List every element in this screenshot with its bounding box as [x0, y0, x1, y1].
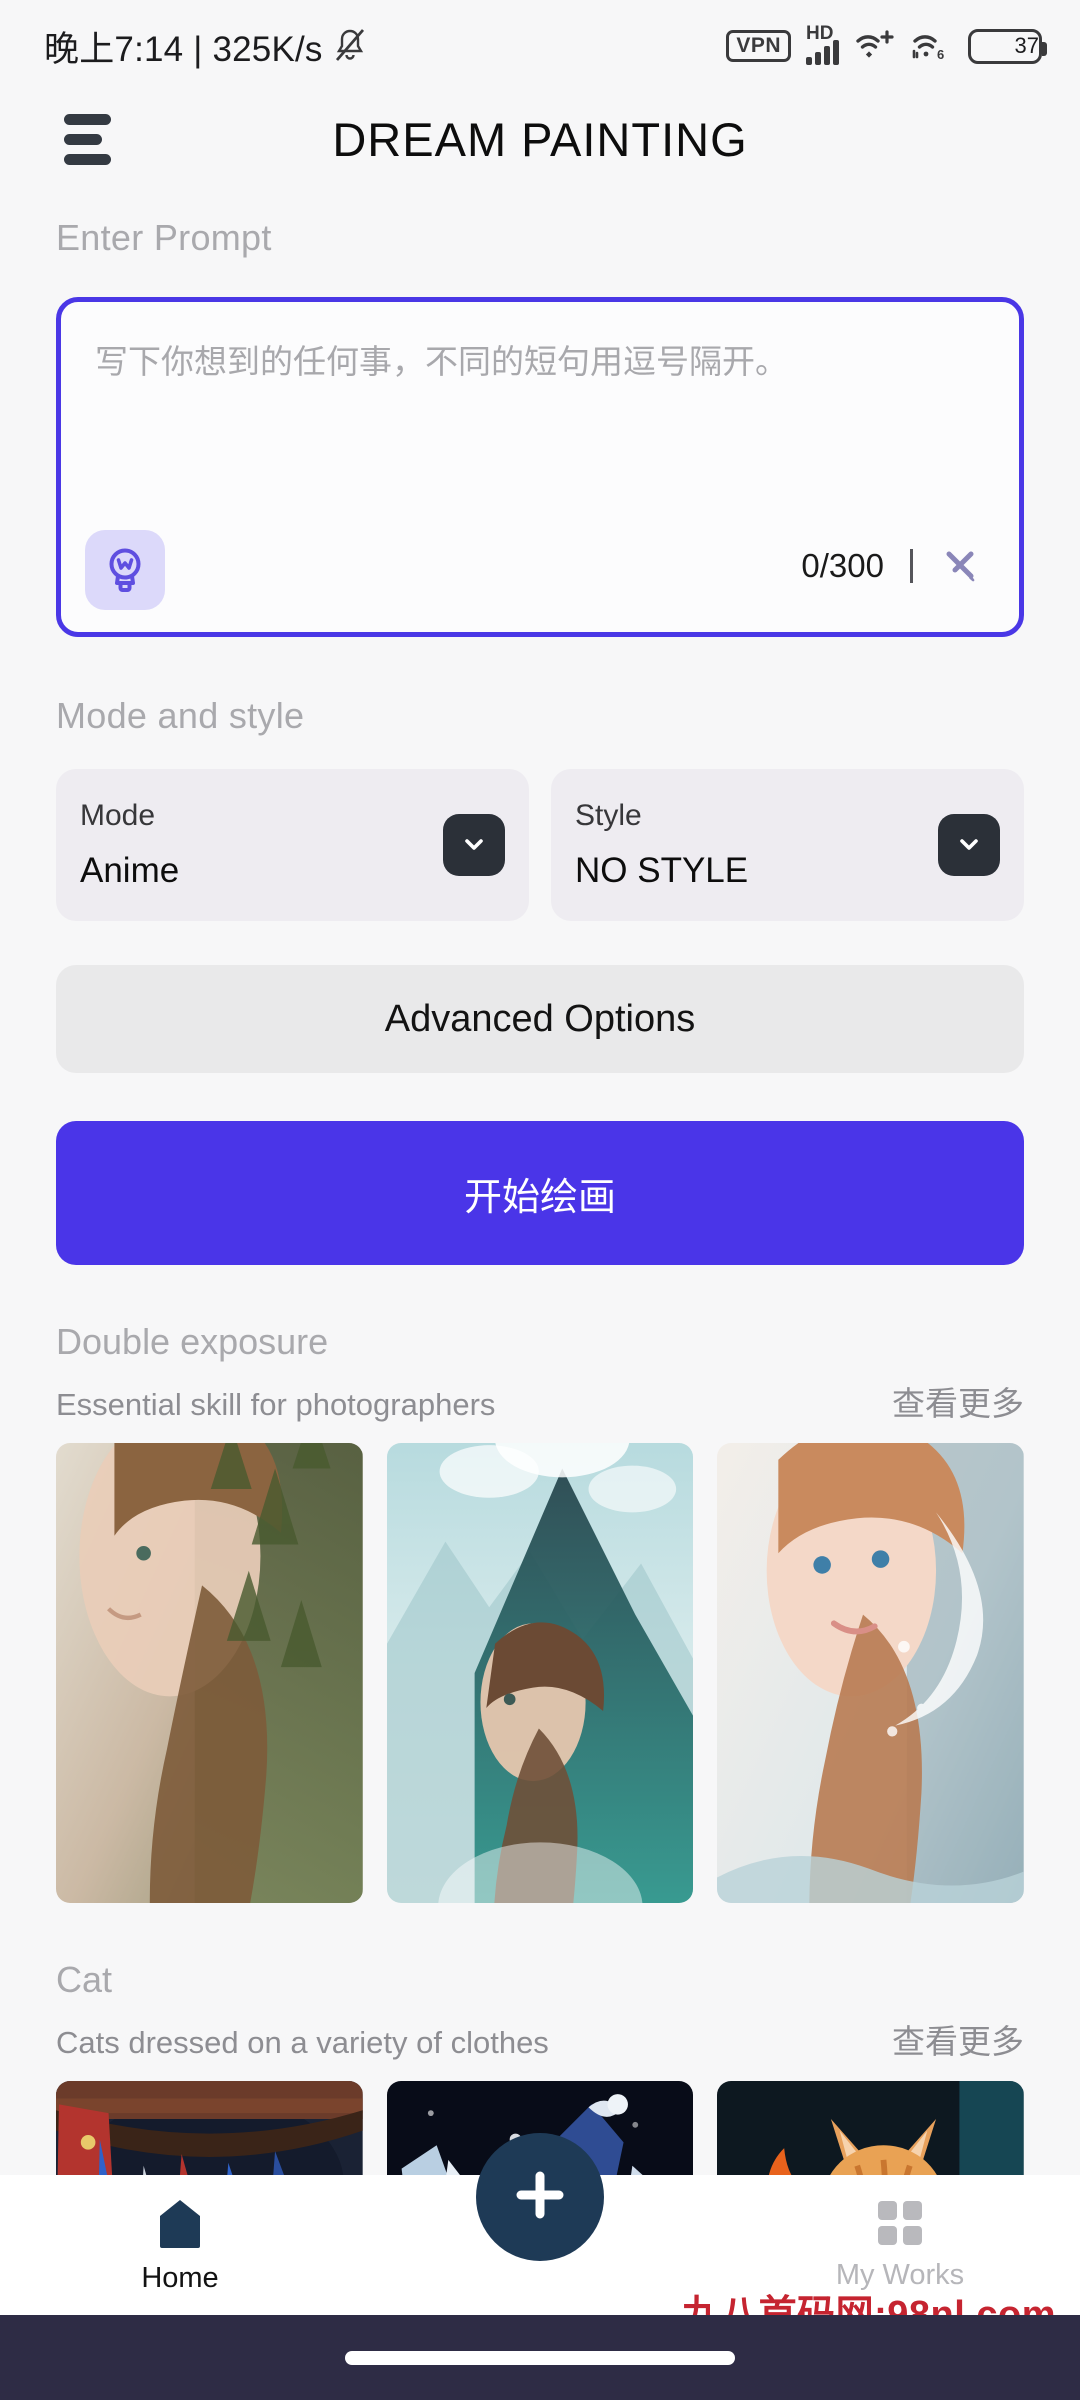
lightbulb-idea-icon[interactable]: [85, 530, 165, 610]
page-title: DREAM PAINTING: [332, 113, 748, 166]
mode-style-row: Mode Anime Style NO STYLE: [0, 769, 1080, 921]
gallery-subtitle: Cats dressed on a variety of clothes: [56, 2025, 549, 2060]
hamburger-menu-icon[interactable]: [64, 114, 116, 165]
gesture-bar[interactable]: [345, 2350, 735, 2365]
forest-girl-double-exposure[interactable]: [56, 1443, 363, 1903]
prompt-meta: 0/300: [801, 544, 983, 588]
gesture-navigation-area: [0, 2315, 1080, 2400]
battery-level: 37: [1014, 33, 1039, 58]
gallery-thumbnails: [0, 1443, 1080, 1903]
bell-muted-icon: [333, 28, 367, 64]
brush-clear-icon[interactable]: [939, 544, 983, 588]
svg-text:6: 6: [937, 47, 944, 62]
wifi-plus-icon: [854, 29, 896, 63]
advanced-options-button[interactable]: Advanced Options: [56, 965, 1024, 1073]
mode-style-section: Mode and style Mode Anime Style NO STYLE: [0, 695, 1080, 921]
status-clock: 晚上7:14 | 325K/s: [44, 29, 323, 69]
plus-icon: [511, 2166, 569, 2229]
app-header: DREAM PAINTING: [0, 92, 1080, 187]
gallery-title: Cat: [56, 1959, 113, 2000]
prompt-input[interactable]: 写下你想到的任何事，不同的短句用逗号隔开。 0/300: [56, 297, 1024, 637]
create-button[interactable]: [476, 2133, 604, 2261]
gallery-title: Double exposure: [56, 1321, 329, 1362]
status-bar-right: VPN HD 6 37: [726, 23, 1047, 65]
meta-divider: [910, 549, 913, 583]
water-girl-double-exposure[interactable]: [717, 1443, 1025, 1903]
gallery-subrow: Cats dressed on a variety of clothes 查看更…: [0, 2015, 1080, 2063]
mode-selector[interactable]: Mode Anime: [56, 769, 529, 921]
battery-icon: 37: [968, 28, 1047, 64]
see-more-link[interactable]: 查看更多: [892, 2015, 1024, 2063]
chevron-down-icon[interactable]: [938, 814, 1000, 876]
hd-label: HD: [806, 23, 834, 44]
wifi-6-icon: 6: [911, 29, 953, 63]
nav-label-home: Home: [141, 2261, 219, 2294]
nav-item-home[interactable]: Home: [0, 2196, 360, 2295]
mode-style-label: Mode and style: [56, 695, 305, 736]
nav-label-my-works: My Works: [835, 2258, 965, 2291]
gallery-subtitle: Essential skill for photographers: [56, 1387, 496, 1422]
style-selector[interactable]: Style NO STYLE: [551, 769, 1024, 921]
bottom-navigation: Home My Works: [0, 2133, 1080, 2315]
chevron-down-icon[interactable]: [443, 814, 505, 876]
start-painting-button[interactable]: 开始绘画: [56, 1121, 1024, 1265]
prompt-section: Enter Prompt 写下你想到的任何事，不同的短句用逗号隔开。 0/300: [0, 217, 1080, 637]
gallery-double-exposure: Double exposure Essential skill for phot…: [0, 1321, 1080, 1903]
prompt-label: Enter Prompt: [56, 217, 272, 258]
gallery-subrow: Essential skill for photographers 查看更多: [0, 1377, 1080, 1425]
mountain-girl-double-exposure[interactable]: [386, 1443, 694, 1903]
cellular-signal-icon: HD: [806, 23, 839, 65]
character-counter: 0/300: [801, 547, 884, 584]
grid-icon: [876, 2199, 924, 2247]
prompt-placeholder: 写下你想到的任何事，不同的短句用逗号隔开。: [95, 343, 788, 380]
status-bar: 晚上7:14 | 325K/s VPN HD 6 37: [0, 0, 1080, 92]
nav-item-my-works[interactable]: My Works: [720, 2199, 1080, 2292]
home-icon: [156, 2196, 204, 2250]
vpn-icon: VPN: [726, 30, 791, 62]
see-more-link[interactable]: 查看更多: [892, 1377, 1024, 1425]
status-bar-left: 晚上7:14 | 325K/s: [44, 21, 367, 72]
